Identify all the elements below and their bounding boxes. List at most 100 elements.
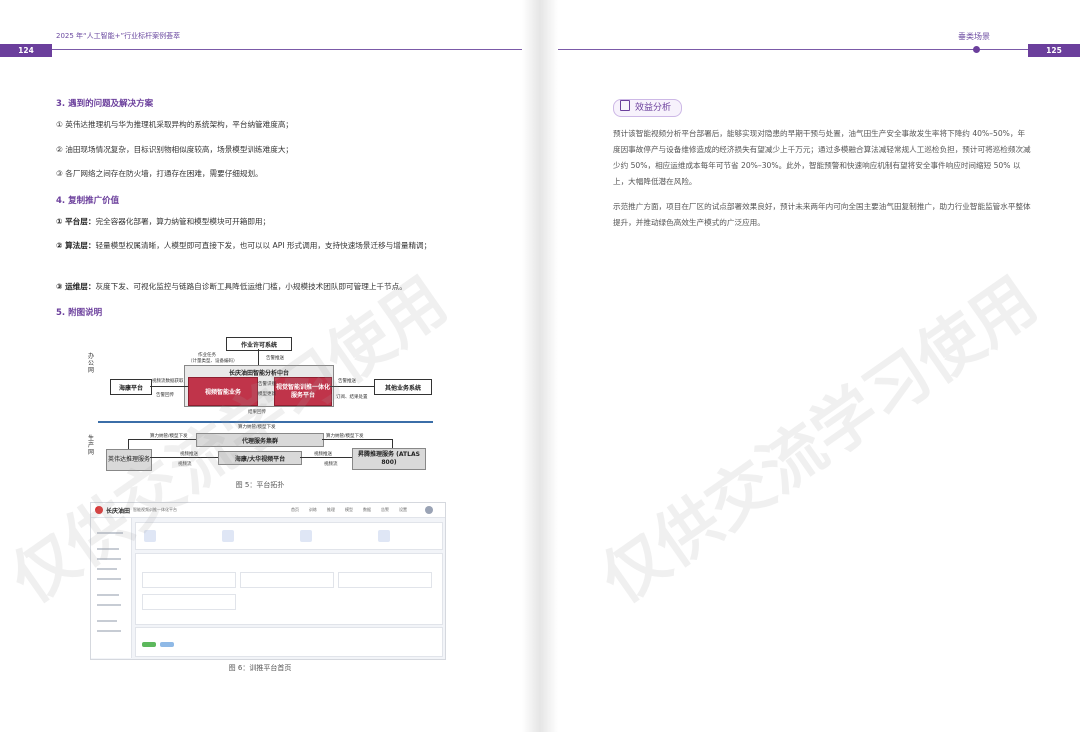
- screenshot-menu-item[interactable]: 告警: [381, 507, 389, 513]
- value-label: ① 平台层：: [56, 217, 96, 226]
- training-platform-box: 视觉智能训推一体化服务平台: [274, 377, 332, 406]
- logo-icon: [95, 506, 103, 514]
- stat-icon: [300, 530, 312, 542]
- sidebar-line: [97, 558, 121, 560]
- header-rule: [52, 49, 522, 50]
- status-badge: [160, 642, 174, 647]
- network-boundary: [98, 421, 433, 423]
- edge: [258, 349, 259, 365]
- document-icon: [620, 100, 630, 111]
- sidebar-line: [97, 604, 121, 606]
- header-rule: [558, 49, 1028, 50]
- paragraph: ② 油田现场情况复杂，目标识别物相似度较高，场景模型训练难度大；: [56, 145, 294, 154]
- zone-label-production: 生产网: [88, 435, 95, 456]
- edge-label: 视频流: [324, 462, 338, 467]
- screenshot-menu-item[interactable]: 设置: [399, 507, 407, 513]
- stat-icon: [378, 530, 390, 542]
- video-business-box: 视频智能业务: [188, 377, 258, 406]
- page-number-right: 125: [1028, 44, 1080, 57]
- screenshot-menu-item[interactable]: 训练: [309, 507, 317, 513]
- benefit-paragraph: 预计该智能视频分析平台部署后，能够实现对隐患的早期干预与处置，油气田生产安全事故…: [613, 129, 1031, 186]
- benefit-analysis-badge: 效益分析: [613, 99, 683, 117]
- screenshot-topbar: 长庆油田 智能视频训推一体化平台 首页 训练 推理 模型 数据 告警 设置: [91, 503, 445, 518]
- screenshot-menu-item[interactable]: 首页: [291, 507, 299, 513]
- avatar[interactable]: [425, 506, 433, 514]
- screenshot-menu-item[interactable]: 推理: [327, 507, 335, 513]
- edge-label: 模型更新: [258, 392, 276, 397]
- value-label: ② 算法层：: [56, 241, 96, 250]
- hik-platform-box: 海康平台: [110, 379, 152, 395]
- edge-label: 告警识别: [258, 382, 276, 387]
- value-text: 完全容器化部署，算力纳管和模型模块可开箱即用；: [95, 217, 271, 226]
- badge-label: 效益分析: [635, 103, 672, 113]
- sidebar-line: [97, 568, 117, 570]
- edge-label: 视频流数据获取: [152, 379, 184, 384]
- edge: [300, 457, 352, 458]
- central-platform-title: 长庆油田智能分析中台: [228, 370, 289, 377]
- figure-caption: 图 5：平台拓扑: [235, 481, 285, 489]
- screenshot-brand: 长庆油田: [106, 508, 131, 515]
- other-systems-box: 其他业务系统: [374, 379, 432, 395]
- edge-label: 视频流: [178, 462, 192, 467]
- sidebar-line: [97, 630, 121, 632]
- model-list-card: [135, 553, 443, 625]
- running-header-right: 垂类场景: [958, 32, 990, 41]
- edge-label: 告警推送: [338, 379, 356, 384]
- value-text: 灰度下发、可视化监控与链路自诊断工具降低运维门槛，小规模技术团队即可管理上千节点…: [95, 282, 407, 291]
- task-card: [135, 627, 443, 657]
- figure-caption: 图 6：训推平台首页: [228, 664, 292, 672]
- gutter-shadow: [522, 0, 540, 732]
- watermark: 仅供交流学习使用: [588, 263, 1051, 618]
- nvidia-inference-box: 英伟达推理服务: [106, 449, 152, 471]
- sidebar-line: [97, 578, 121, 580]
- topology-diagram: 办公网 生产网 作业许可系统 作业任务 （计量类型、设备编码） 告警推送 长庆油…: [88, 335, 438, 475]
- edge-label: 结果回传: [248, 410, 266, 415]
- gutter-shadow: [540, 0, 558, 732]
- left-page: 2025 年“人工智能+”行业标杆案例荟萃 124 3. 遇到的问题及解决方案 …: [0, 0, 540, 732]
- paragraph: ③ 各厂网络之间存在防火墙，打通存在困难，需要仔细规划。: [56, 169, 263, 178]
- permit-system-box: 作业许可系统: [226, 337, 292, 351]
- edge: [322, 439, 392, 440]
- value-item: ① 平台层：完全容器化部署，算力纳管和模型模块可开箱即用；: [56, 214, 476, 230]
- screenshot-menu-item[interactable]: 数据: [363, 507, 371, 513]
- screenshot-menu-item[interactable]: 模型: [345, 507, 353, 513]
- edge: [150, 457, 218, 458]
- running-header-left: 2025 年“人工智能+”行业标杆案例荟萃: [56, 32, 181, 40]
- edge-label: 视频推送: [314, 452, 332, 457]
- ascend-inference-box: 昇腾推理服务 (ATLAS 800): [352, 448, 426, 470]
- zone-label-office: 办公网: [88, 353, 95, 374]
- model-card[interactable]: [142, 594, 236, 610]
- stats-card: [135, 522, 443, 550]
- promotion-paragraph: 示范推广方面，项目在厂区的试点部署效果良好，预计未来两年内可向全国主要油气田复制…: [613, 202, 1031, 227]
- edge-label: 告警推送: [266, 356, 284, 361]
- section-heading-problems: 3. 遇到的问题及解决方案: [56, 99, 154, 109]
- proxy-cluster-box: 代理服务集群: [196, 433, 324, 447]
- edge-label: （计量类型、设备编码）: [188, 359, 238, 364]
- sidebar-line: [97, 532, 123, 534]
- page-number-left: 124: [0, 44, 52, 57]
- value-item: ③ 运维层：灰度下发、可视化监控与链路自诊断工具降低运维门槛，小规模技术团队即可…: [56, 279, 476, 295]
- screenshot-sidebar: [91, 518, 132, 658]
- edge-label: 告警回传: [156, 393, 174, 398]
- stat-icon: [222, 530, 234, 542]
- edge: [128, 439, 129, 449]
- sidebar-line: [97, 620, 117, 622]
- paragraph: ① 英伟达推理机与华为推理机采取异构的系统架构，平台纳管难度高；: [56, 120, 294, 129]
- edge-label: 视频推送: [180, 452, 198, 457]
- header-dot: [973, 46, 980, 53]
- video-platform-box: 海康/大华视频平台: [218, 451, 302, 465]
- section-heading-value: 4. 复制推广价值: [56, 196, 120, 206]
- model-card[interactable]: [338, 572, 432, 588]
- value-item: ② 算法层：轻量模型权属清晰，人模型即可直接下发，也可以以 API 形式调用，支…: [56, 238, 476, 254]
- edge: [330, 386, 374, 387]
- screenshot-subtitle: 智能视频训推一体化平台: [133, 507, 177, 512]
- sidebar-line: [97, 548, 119, 550]
- status-badge: [142, 642, 156, 647]
- section-heading-figures: 5. 附图说明: [56, 308, 103, 318]
- value-text: 轻量模型权属清晰，人模型即可直接下发，也可以以 API 形式调用，支持快速场景迁…: [95, 241, 432, 250]
- sidebar-line: [97, 594, 119, 596]
- value-label: ③ 运维层：: [56, 282, 96, 291]
- model-card[interactable]: [142, 572, 236, 588]
- platform-screenshot: 长庆油田 智能视频训推一体化平台 首页 训练 推理 模型 数据 告警 设置: [90, 502, 446, 660]
- model-card[interactable]: [240, 572, 334, 588]
